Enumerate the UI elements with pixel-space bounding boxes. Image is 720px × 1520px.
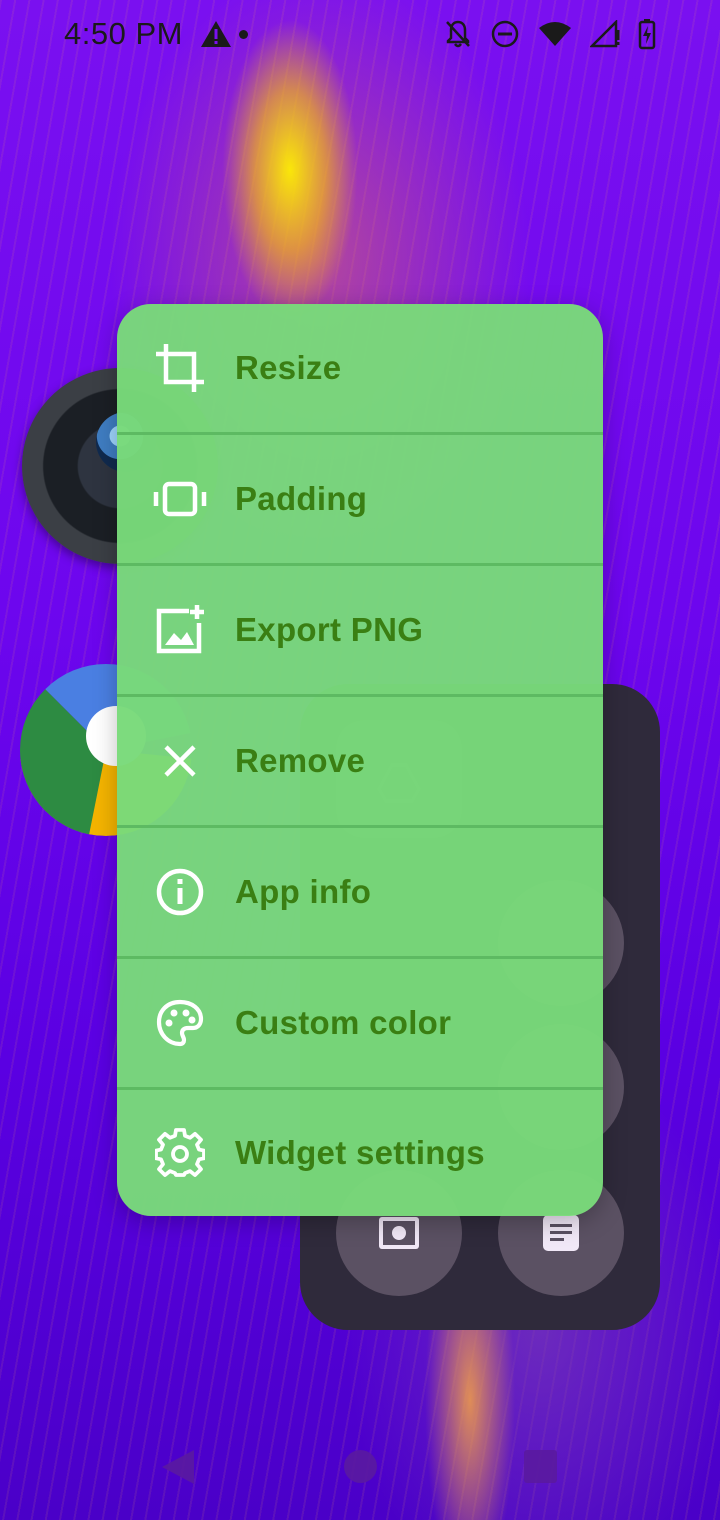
notifications-off-icon [446, 20, 470, 48]
back-icon[interactable] [160, 1448, 196, 1486]
info-icon [150, 862, 210, 922]
status-icons [444, 18, 656, 50]
signal-icon [590, 20, 620, 48]
menu-item-label: Custom color [235, 1004, 452, 1041]
home-icon[interactable] [344, 1450, 377, 1483]
notes-icon [543, 1215, 579, 1251]
widget-context-menu: Resize Padding Export PNG Remove App inf… [117, 304, 603, 1216]
menu-item-resize[interactable]: Resize [117, 304, 603, 435]
wifi-icon [539, 22, 571, 46]
close-icon [150, 731, 210, 791]
menu-item-label: App info [235, 873, 372, 910]
menu-item-app-info[interactable]: App info [117, 828, 603, 959]
battery-charging-icon [638, 19, 656, 50]
menu-item-custom-color[interactable]: Custom color [117, 959, 603, 1090]
menu-item-export-png[interactable]: Export PNG [117, 566, 603, 697]
menu-item-remove[interactable]: Remove [117, 697, 603, 828]
gear-icon [150, 1123, 210, 1183]
menu-item-label: Widget settings [235, 1134, 485, 1171]
menu-item-label: Export PNG [235, 611, 424, 648]
status-time: 4:50 PM [64, 16, 183, 51]
status-bar: 4:50 PM [0, 0, 720, 68]
add-photo-icon [150, 600, 210, 660]
menu-item-widget-settings[interactable]: Widget settings [117, 1090, 603, 1216]
screen-record-icon [379, 1217, 419, 1249]
menu-item-label: Padding [235, 480, 368, 517]
padding-icon [150, 469, 210, 529]
menu-item-label: Resize [235, 349, 342, 386]
warning-icon [200, 21, 231, 47]
palette-icon [150, 993, 210, 1053]
notification-dot-icon [238, 29, 248, 39]
navigation-bar [0, 1416, 720, 1520]
recents-icon[interactable] [524, 1450, 557, 1483]
menu-item-label: Remove [235, 742, 366, 779]
menu-item-padding[interactable]: Padding [117, 435, 603, 566]
crop-icon [150, 338, 210, 398]
do-not-disturb-icon [491, 20, 519, 48]
